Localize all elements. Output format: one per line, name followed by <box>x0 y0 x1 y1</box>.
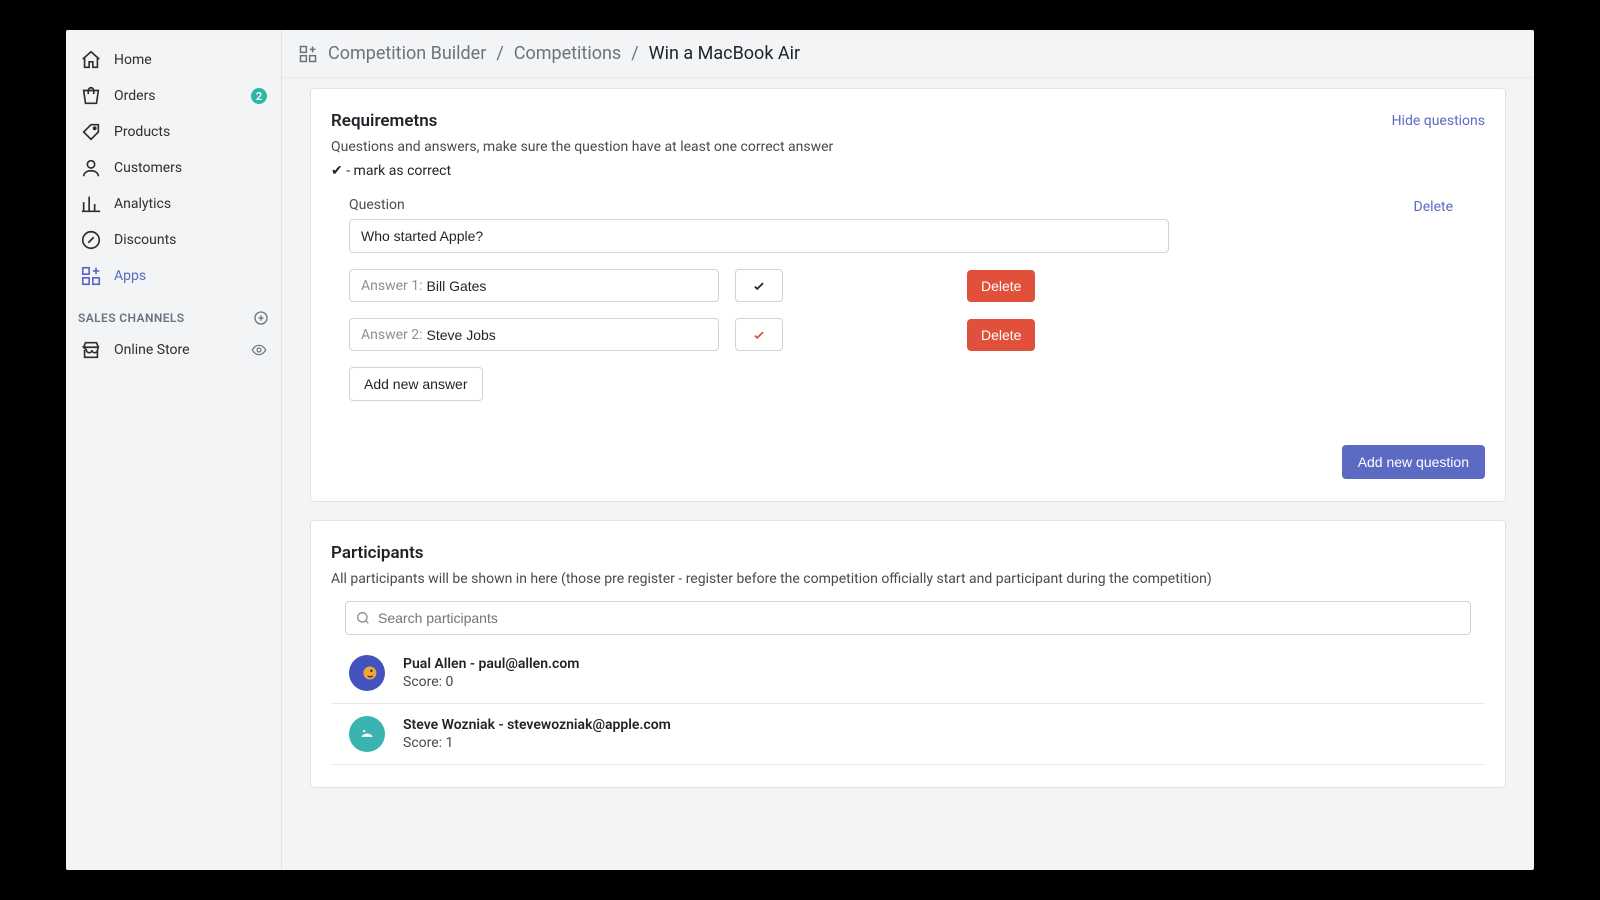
sidebar-item-online-store[interactable]: Online Store <box>66 332 281 368</box>
breadcrumb: Competition Builder / Competitions / Win… <box>282 30 1534 78</box>
sidebar-item-label: Customers <box>114 160 267 176</box>
search-input[interactable] <box>345 601 1471 635</box>
breadcrumb-current: Win a MacBook Air <box>649 43 801 64</box>
question-input[interactable] <box>349 219 1169 253</box>
participant-row[interactable]: Pual Allen - paul@allen.com Score: 0 <box>331 643 1485 704</box>
add-answer-button[interactable]: Add new answer <box>349 367 483 401</box>
answer-2-input[interactable]: Answer 2: <box>349 318 719 351</box>
add-question-button[interactable]: Add new question <box>1342 445 1485 479</box>
breadcrumb-section[interactable]: Competitions <box>514 43 621 64</box>
participant-name: Steve Wozniak - stevewozniak@apple.com <box>403 717 671 733</box>
sidebar-item-label: Home <box>114 52 267 68</box>
home-icon <box>80 49 102 71</box>
requirements-title: Requiremetns <box>331 111 437 131</box>
sidebar-item-discounts[interactable]: Discounts <box>66 222 281 258</box>
store-icon <box>80 339 102 361</box>
sidebar-item-label: Analytics <box>114 196 267 212</box>
check-icon <box>752 279 766 293</box>
sidebar: Home Orders 2 Products Customers Analyti… <box>66 30 282 870</box>
avatar <box>349 716 385 752</box>
participant-name: Pual Allen - paul@allen.com <box>403 656 579 672</box>
sidebar-item-label: Orders <box>114 88 251 104</box>
sidebar-item-analytics[interactable]: Analytics <box>66 186 281 222</box>
mark-correct-button[interactable] <box>735 318 783 351</box>
sidebar-item-customers[interactable]: Customers <box>66 150 281 186</box>
avatar <box>349 655 385 691</box>
add-channel-icon[interactable] <box>253 310 269 326</box>
tag-icon <box>80 121 102 143</box>
eye-icon[interactable] <box>251 342 267 358</box>
check-icon <box>752 328 766 342</box>
participants-title: Participants <box>331 543 1485 563</box>
participant-score: Score: 1 <box>403 735 671 751</box>
sidebar-item-label: Products <box>114 124 267 140</box>
sidebar-item-products[interactable]: Products <box>66 114 281 150</box>
sidebar-item-apps[interactable]: Apps <box>66 258 281 294</box>
participant-row[interactable]: Steve Wozniak - stevewozniak@apple.com S… <box>331 704 1485 765</box>
correct-hint: ✔ - mark as correct <box>331 163 1485 179</box>
sidebar-item-label: Discounts <box>114 232 267 248</box>
breadcrumb-root[interactable]: Competition Builder <box>328 43 486 64</box>
orders-badge: 2 <box>251 88 267 104</box>
apps-icon <box>80 265 102 287</box>
analytics-icon <box>80 193 102 215</box>
orders-icon <box>80 85 102 107</box>
participants-desc: All participants will be shown in here (… <box>331 571 1485 587</box>
delete-question-link[interactable]: Delete <box>1414 199 1453 215</box>
discount-icon <box>80 229 102 251</box>
requirements-desc: Questions and answers, make sure the que… <box>331 139 1485 155</box>
sales-channels-heading: SALES CHANNELS <box>66 294 281 332</box>
apps-icon <box>298 44 318 64</box>
user-icon <box>80 157 102 179</box>
participants-card: Participants All participants will be sh… <box>310 520 1506 788</box>
delete-answer-button[interactable]: Delete <box>967 319 1035 351</box>
sidebar-item-orders[interactable]: Orders 2 <box>66 78 281 114</box>
search-icon <box>355 610 371 626</box>
hide-questions-link[interactable]: Hide questions <box>1392 113 1485 129</box>
sidebar-item-home[interactable]: Home <box>66 42 281 78</box>
question-label: Question <box>349 197 405 213</box>
participant-score: Score: 0 <box>403 674 579 690</box>
requirements-card: Requiremetns Hide questions Questions an… <box>310 88 1506 502</box>
delete-answer-button[interactable]: Delete <box>967 270 1035 302</box>
sidebar-item-label: Online Store <box>114 342 251 358</box>
answer-1-input[interactable]: Answer 1: <box>349 269 719 302</box>
sidebar-item-label: Apps <box>114 268 267 284</box>
mark-correct-button[interactable] <box>735 269 783 302</box>
